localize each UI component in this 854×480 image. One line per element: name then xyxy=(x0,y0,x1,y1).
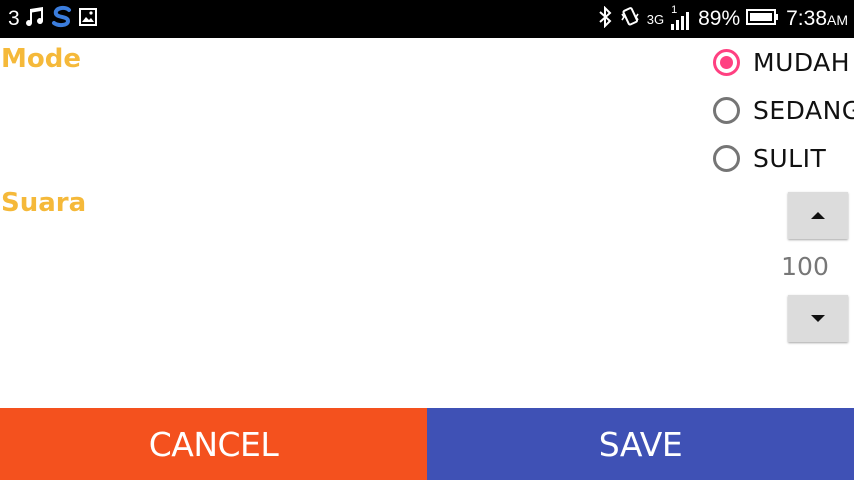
radio-button-checked[interactable] xyxy=(713,48,740,76)
notification-count: 3 xyxy=(8,7,20,30)
signal-small-digit: 1 xyxy=(671,4,678,16)
volume-value: 100 xyxy=(781,252,829,281)
radio-option-sulit[interactable]: SULIT xyxy=(713,140,826,176)
s-app-icon xyxy=(50,5,74,33)
arrow-up-icon xyxy=(811,212,825,219)
battery-icon xyxy=(746,8,780,30)
radio-option-sedang[interactable]: SEDANG xyxy=(713,92,854,128)
mode-label: Mode xyxy=(1,44,81,74)
vibrate-icon xyxy=(619,6,641,32)
clock: 7:38AM xyxy=(786,7,848,31)
cancel-button[interactable]: CANCEL xyxy=(0,408,427,480)
clock-time: 7:38 xyxy=(786,7,827,30)
arrow-down-icon xyxy=(811,315,825,322)
save-button[interactable]: SAVE xyxy=(427,408,854,480)
radio-button-unchecked[interactable] xyxy=(713,96,740,124)
clock-suffix: AM xyxy=(827,12,848,28)
image-icon xyxy=(78,7,98,31)
radio-label-mudah: MUDAH xyxy=(753,47,851,77)
radio-option-mudah[interactable]: MUDAH xyxy=(713,44,850,80)
radio-label-sedang: SEDANG xyxy=(753,95,854,125)
signal-icon: 1 xyxy=(670,4,692,32)
music-note-icon xyxy=(24,6,46,32)
volume-increment-button[interactable] xyxy=(788,192,848,239)
battery-percent: 89% xyxy=(698,7,741,30)
volume-decrement-button[interactable] xyxy=(788,295,848,342)
network-type: 3G xyxy=(646,11,665,27)
status-bar: 3 3G 1 89% 7:38AM xyxy=(0,0,854,38)
radio-button-unchecked[interactable] xyxy=(713,144,740,172)
bluetooth-icon xyxy=(597,5,613,32)
radio-label-sulit: SULIT xyxy=(753,143,827,173)
status-bar-right: 3G 1 89% 7:38AM xyxy=(597,0,848,38)
status-bar-left: 3 xyxy=(8,0,98,38)
sound-label: Suara xyxy=(1,188,87,218)
